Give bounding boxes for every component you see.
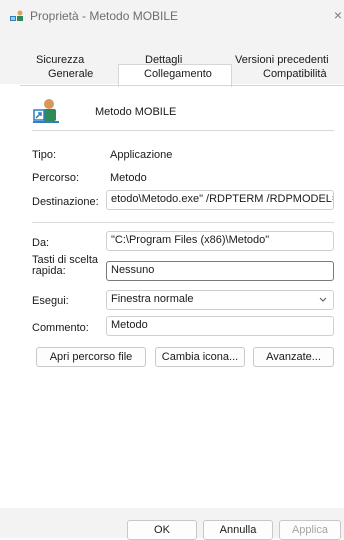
tasti-scelta-rapida-field[interactable]: Nessuno xyxy=(106,261,334,281)
percorso-label: Percorso: xyxy=(32,172,80,184)
cambia-icona-button[interactable]: Cambia icona... xyxy=(155,347,245,367)
tab-dettagli[interactable]: Dettagli xyxy=(145,54,182,66)
destinazione-label: Destinazione: xyxy=(32,196,99,208)
tab-versioni-precedenti[interactable]: Versioni precedenti xyxy=(235,54,329,66)
da-label: Da: xyxy=(32,237,50,249)
shortcut-app-icon xyxy=(33,99,59,123)
percorso-value: Metodo xyxy=(110,172,147,184)
tab-compatibilita[interactable]: Compatibilità xyxy=(263,68,327,80)
tab-sicurezza[interactable]: Sicurezza xyxy=(36,54,84,66)
header-separator xyxy=(32,130,334,131)
shortcut-name: Metodo MOBILE xyxy=(95,106,177,118)
tab-generale[interactable]: Generale xyxy=(48,68,93,80)
avanzate-button[interactable]: Avanzate... xyxy=(253,347,334,367)
applica-button: Applica xyxy=(279,520,341,540)
title-bar: Proprietà - Metodo MOBILE × xyxy=(0,0,344,32)
esegui-label: Esegui: xyxy=(32,295,69,307)
commento-label: Commento: xyxy=(32,322,89,334)
window-title: Proprietà - Metodo MOBILE xyxy=(30,9,179,23)
da-field[interactable]: "C:\Program Files (x86)\Metodo" xyxy=(106,231,334,251)
esegui-select[interactable]: Finestra normale xyxy=(106,290,334,310)
tab-collegamento[interactable]: Collegamento xyxy=(144,68,212,80)
apri-percorso-file-button[interactable]: Apri percorso file xyxy=(36,347,146,367)
annulla-button[interactable]: Annulla xyxy=(203,520,273,540)
ok-button[interactable]: OK xyxy=(127,520,197,540)
tipo-label: Tipo: xyxy=(32,149,57,161)
section-separator xyxy=(32,222,334,223)
tipo-value: Applicazione xyxy=(110,149,173,161)
esegui-select-value: Finestra normale xyxy=(111,293,194,305)
chevron-down-icon xyxy=(319,297,327,302)
close-icon[interactable]: × xyxy=(334,7,342,23)
tasti-scelta-rapida-label: Tasti di scelta rapida: xyxy=(32,254,99,277)
destinazione-field[interactable]: etodo\Metodo.exe" /RDPTERM /RDPMODEL=0 xyxy=(106,190,334,210)
commento-field[interactable]: Metodo xyxy=(106,316,334,336)
shortcut-window-icon xyxy=(10,10,23,21)
